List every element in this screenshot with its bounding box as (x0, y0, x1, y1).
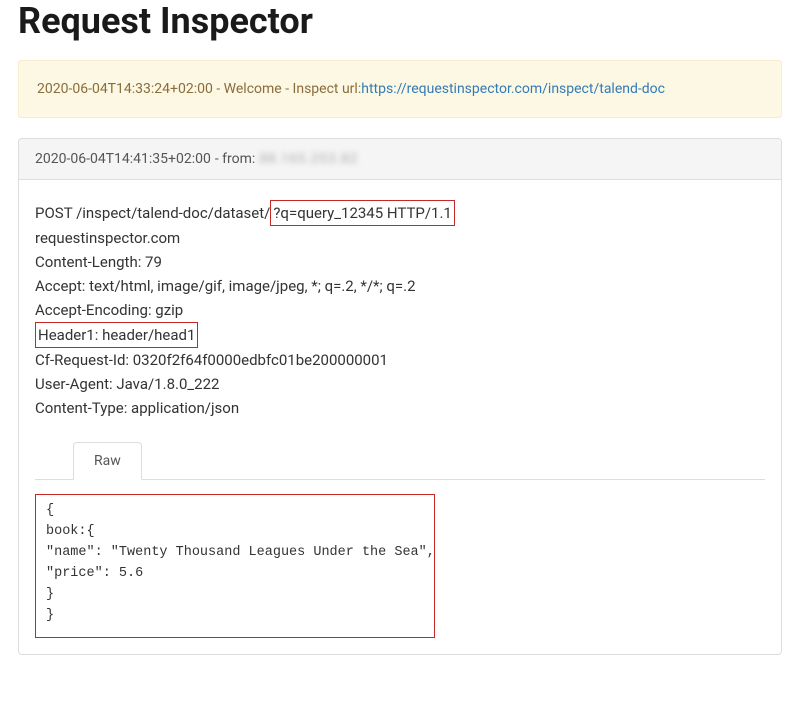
request-header-highlight: Header1: header/head1 (35, 322, 765, 348)
request-first-line: POST /inspect/talend-doc/dataset/?q=quer… (35, 200, 765, 226)
page-title: Request Inspector (18, 0, 782, 42)
welcome-banner: 2020-06-04T14:33:24+02:00 - Welcome - In… (18, 60, 782, 118)
request-body: POST /inspect/talend-doc/dataset/?q=quer… (19, 180, 781, 654)
page-container: Request Inspector 2020-06-04T14:33:24+02… (0, 0, 800, 673)
request-block: 2020-06-04T14:41:35+02:00 - from: 88.165… (18, 138, 782, 655)
tabs-bar: Raw (35, 442, 765, 480)
request-header-line: User-Agent: Java/1.8.0_222 (35, 372, 765, 396)
request-method-path: POST /inspect/talend-doc/dataset/ (35, 201, 270, 225)
request-timestamp: 2020-06-04T14:41:35+02:00 (35, 151, 211, 167)
request-header-line: Cf-Request-Id: 0320f2f64f0000edbfc01be20… (35, 348, 765, 372)
tab-raw[interactable]: Raw (73, 442, 142, 480)
raw-body-box: { book:{ "name": "Twenty Thousand League… (35, 494, 435, 638)
request-from-label: - from: (215, 151, 255, 167)
welcome-timestamp: 2020-06-04T14:33:24+02:00 (37, 81, 213, 97)
welcome-separator: - (213, 81, 224, 97)
request-header-line: Content-Length: 79 (35, 250, 765, 274)
request-header-line: requestinspector.com (35, 226, 765, 250)
request-header-line: Accept: text/html, image/gif, image/jpeg… (35, 274, 765, 298)
request-from-ip: 88.165.253.82 (259, 151, 357, 167)
welcome-inspect-link[interactable]: https://requestinspector.com/inspect/tal… (361, 81, 665, 97)
request-header-line: Content-Type: application/json (35, 396, 765, 420)
request-header-bar: 2020-06-04T14:41:35+02:00 - from: 88.165… (19, 139, 781, 180)
request-header-line: Accept-Encoding: gzip (35, 298, 765, 322)
request-query-highlight: ?q=query_12345 HTTP/1.1 (270, 200, 455, 226)
request-custom-header-highlight: Header1: header/head1 (35, 322, 198, 348)
welcome-message: Welcome - Inspect url: (224, 81, 362, 97)
